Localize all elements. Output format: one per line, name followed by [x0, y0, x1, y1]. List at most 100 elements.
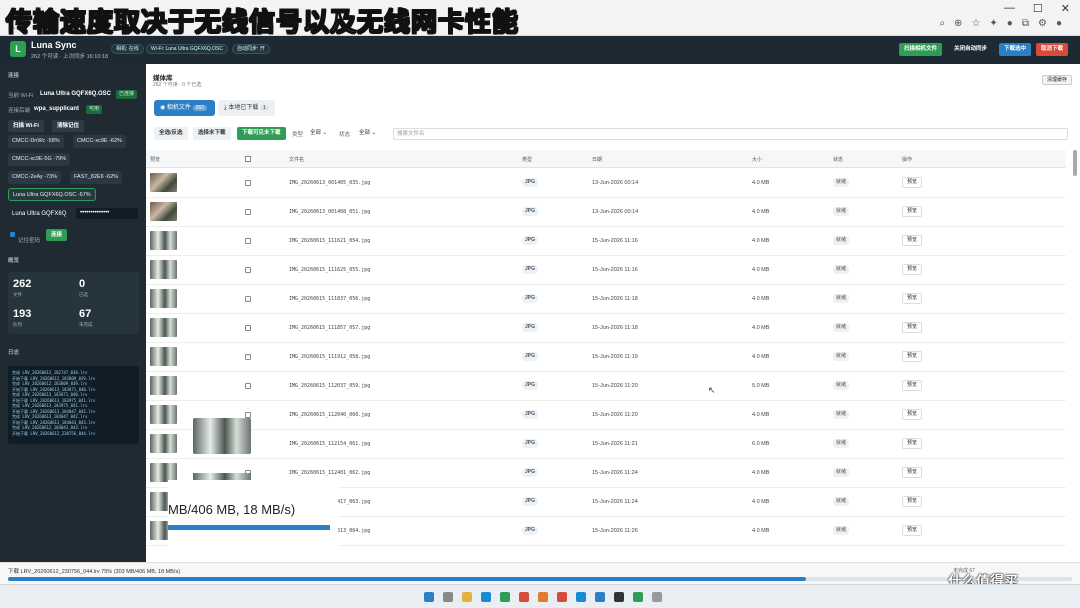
preview-button[interactable]: 预览 — [902, 293, 923, 304]
file-thumbnail[interactable] — [150, 347, 177, 366]
tab-camera-files[interactable]: ◉ 相机文件 262 — [154, 100, 215, 116]
browser-icon[interactable] — [481, 592, 491, 602]
connect-button[interactable]: 连接 — [46, 229, 68, 241]
preview-button[interactable]: 预览 — [902, 380, 923, 391]
col-filename[interactable]: 文件名 — [289, 156, 304, 163]
wechat-icon[interactable] — [633, 592, 643, 602]
zoom-icon[interactable]: ⊕ — [954, 18, 962, 29]
table-row[interactable]: IMG_20260615_111912_058.jpg JPG 15-Jun-202… — [146, 343, 1066, 372]
wifi-network-item[interactable]: FAST_82E6 -62% — [70, 171, 123, 184]
row-checkbox[interactable] — [245, 383, 251, 389]
password-field[interactable]: •••••••••••••• — [76, 208, 138, 219]
shield-icon[interactable]: ● — [1007, 18, 1013, 29]
row-checkbox[interactable] — [245, 238, 251, 244]
browser-toolbar-icons: ⌕ ⊕ ☆ ✦ ● ⧉ ⚙ ● — [939, 18, 1062, 29]
tab-local-downloads[interactable]: ⤓ 本地已下载 1 — [218, 100, 275, 116]
table-row[interactable]: IMG_20260613_001408_051.jpg JPG 13-Jun-202… — [146, 198, 1066, 227]
wifi-network-item[interactable]: CMCC-DnWc -58% — [8, 135, 64, 148]
office-icon[interactable] — [519, 592, 529, 602]
close-icon[interactable]: ✕ — [1061, 2, 1070, 15]
preview-button[interactable]: 预览 — [902, 177, 923, 188]
terminal-icon[interactable] — [614, 592, 624, 602]
preview-button[interactable]: 预览 — [902, 206, 923, 217]
row-checkbox[interactable] — [245, 296, 251, 302]
search-icon[interactable] — [443, 592, 453, 602]
favorite-icon[interactable]: ☆ — [971, 18, 980, 29]
toggle-autosync-button[interactable]: 关闭自动同步 — [949, 43, 993, 56]
file-type-badge: JPG — [522, 468, 539, 477]
row-checkbox[interactable] — [245, 209, 251, 215]
table-row[interactable]: IMG_20260615_112037_059.jpg JPG 15-Jun-202… — [146, 372, 1066, 401]
preview-button[interactable]: 预览 — [902, 409, 923, 420]
file-thumbnail[interactable] — [150, 231, 177, 250]
scan-wifi-button[interactable]: 扫描 Wi-Fi — [8, 120, 44, 132]
row-checkbox[interactable] — [245, 267, 251, 273]
table-row[interactable]: IMG_20260615_112154_061.jpg JPG 15-Jun-202… — [146, 430, 1066, 459]
select-all-button[interactable]: 全选/反选 — [154, 127, 188, 140]
row-checkbox[interactable] — [245, 180, 251, 186]
file-thumbnail[interactable] — [150, 173, 177, 192]
file-thumbnail[interactable] — [150, 202, 177, 221]
wifi-network-item[interactable]: CMCC-xc9E-5G -79% — [8, 153, 71, 166]
table-row[interactable]: IMG_20260615_111837_056.jpg JPG 15-Jun-202… — [146, 285, 1066, 314]
brave-icon[interactable] — [557, 592, 567, 602]
file-thumbnail[interactable] — [150, 260, 177, 279]
preview-button[interactable]: 预览 — [902, 322, 923, 333]
preview-button[interactable]: 预览 — [902, 438, 923, 449]
table-row[interactable]: IMG_20260615_112040_060.jpg JPG 15-Jun-202… — [146, 401, 1066, 430]
preview-button[interactable]: 预览 — [902, 351, 923, 362]
start-icon[interactable] — [424, 592, 434, 602]
ssid-field[interactable]: Luna Ultra GQFX6Q — [12, 211, 66, 217]
file-thumbnail[interactable] — [150, 318, 177, 337]
maximize-icon[interactable]: ☐ — [1033, 2, 1043, 15]
search-input[interactable]: 搜索文件名 — [393, 128, 1068, 140]
extension-icon[interactable]: ✦ — [989, 18, 997, 29]
preview-button[interactable]: 预览 — [902, 467, 923, 478]
select-undownloaded-button[interactable]: 选择未下载 — [193, 127, 231, 140]
download-selected-button[interactable]: 下载选中 — [999, 43, 1032, 56]
vscode-icon[interactable] — [576, 592, 586, 602]
preview-button[interactable]: 预览 — [902, 496, 923, 507]
row-checkbox[interactable] — [245, 325, 251, 331]
wifi-network-item[interactable]: CMCC-xc9E -62% — [73, 135, 126, 148]
profile-icon[interactable]: ● — [1056, 18, 1062, 29]
file-thumbnail[interactable] — [150, 289, 177, 308]
firefox-icon[interactable] — [538, 592, 548, 602]
store-icon[interactable] — [595, 592, 605, 602]
table-row[interactable]: IMG_20260615_111621_054.jpg JPG 15-Jun-202… — [146, 227, 1066, 256]
status-filter-select[interactable]: 全部 ⌄ — [356, 128, 379, 139]
wifi-network-item-selected[interactable]: Luna Ultra GQFX6Q.OSC -67% — [8, 188, 96, 201]
clear-remembered-button[interactable]: 清除记住 — [52, 120, 85, 132]
col-size[interactable]: 大小 — [752, 156, 762, 163]
file-thumbnail[interactable] — [150, 376, 177, 395]
app-icon[interactable] — [500, 592, 510, 602]
row-checkbox[interactable] — [245, 354, 251, 360]
table-row[interactable]: IMG_20260615_111857_057.jpg JPG 15-Jun-202… — [146, 314, 1066, 343]
app-icon[interactable] — [652, 592, 662, 602]
col-type[interactable]: 类型 — [522, 156, 532, 163]
col-date[interactable]: 日期 — [592, 156, 602, 163]
file-thumbnail[interactable] — [150, 405, 177, 424]
cancel-download-button[interactable]: 取消下载 — [1036, 43, 1069, 56]
select-all-checkbox[interactable] — [245, 156, 251, 162]
settings-icon[interactable]: ⚙ — [1038, 18, 1047, 29]
minimize-icon[interactable]: — — [1004, 2, 1015, 15]
preview-button[interactable]: 预览 — [902, 525, 923, 536]
search-icon[interactable]: ⌕ — [939, 18, 945, 29]
clear-cache-button[interactable]: 清理缓存 — [1041, 75, 1072, 85]
preview-button[interactable]: 预览 — [902, 264, 923, 275]
file-type-badge: JPG — [522, 526, 539, 535]
collections-icon[interactable]: ⧉ — [1022, 18, 1029, 29]
sidebar: 连接 当前 Wi-Fi Luna Ultra GQFX6Q.OSC 已连接 连接… — [0, 64, 146, 562]
file-explorer-icon[interactable] — [462, 592, 472, 602]
table-row[interactable]: IMG_20260615_111625_055.jpg JPG 15-Jun-202… — [146, 256, 1066, 285]
download-visible-button[interactable]: 下载可见未下载 — [237, 127, 286, 140]
type-filter-select[interactable]: 全部 ⌄ — [307, 128, 330, 139]
file-thumbnail[interactable] — [150, 434, 177, 453]
table-row[interactable]: IMG_20260613_001405_035.jpg JPG 13-Jun-202… — [146, 169, 1066, 198]
table-scrollbar[interactable] — [1073, 150, 1077, 176]
preview-button[interactable]: 预览 — [902, 235, 923, 246]
remember-checkbox[interactable] — [10, 232, 15, 237]
wifi-network-item[interactable]: CMCC-2eAy -73% — [8, 171, 62, 184]
scan-camera-button[interactable]: 扫描相机文件 — [899, 43, 943, 56]
